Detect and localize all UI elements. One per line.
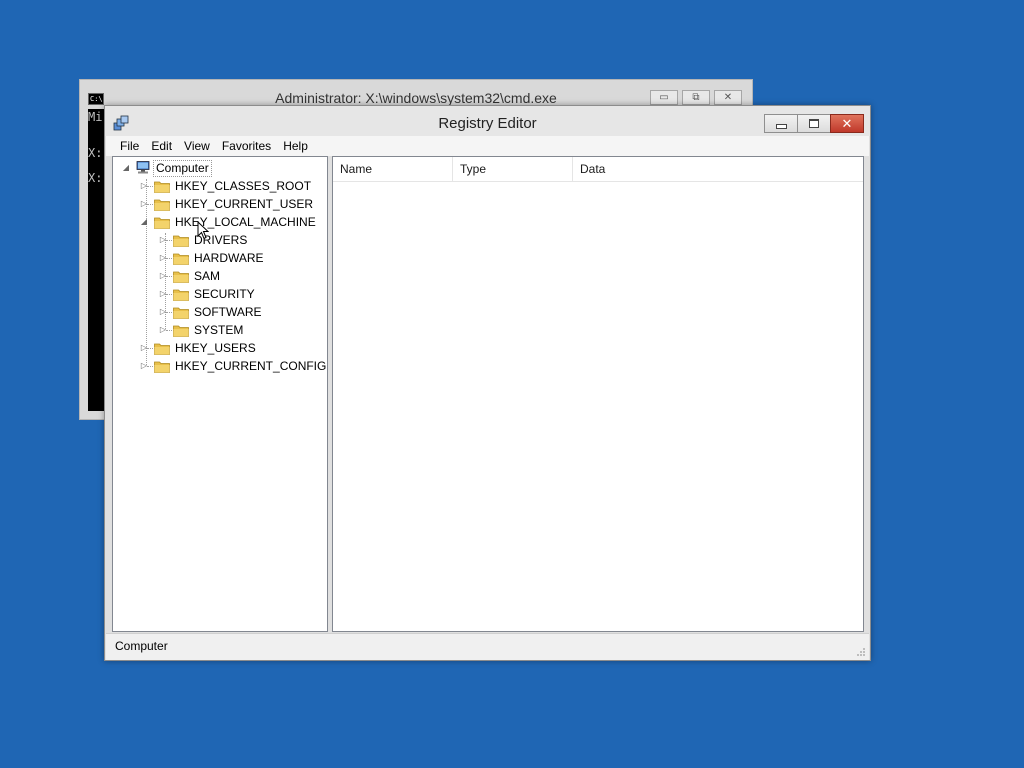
close-button[interactable]: ✕ (830, 114, 864, 133)
column-header-type[interactable]: Type (453, 157, 573, 181)
computer-icon (136, 161, 150, 174)
minimize-button[interactable] (764, 114, 798, 133)
expand-arrow-icon[interactable]: ▷ (158, 321, 168, 339)
folder-icon (173, 289, 189, 301)
console-line: X: (88, 146, 103, 160)
column-header-name[interactable]: Name (333, 157, 453, 181)
cmd-close-button[interactable]: ✕ (714, 90, 742, 105)
column-header-data[interactable]: Data (573, 157, 863, 181)
folder-icon (154, 199, 170, 211)
tree-node-key[interactable]: ▷ SAM (113, 267, 323, 285)
folder-icon (173, 307, 189, 319)
regedit-window-title: Registry Editor (438, 115, 537, 132)
folder-icon (173, 235, 189, 247)
menu-edit[interactable]: Edit (145, 136, 178, 156)
folder-icon (173, 253, 189, 265)
folder-icon (154, 361, 170, 373)
tree-node-key[interactable]: ▷ SYSTEM (113, 321, 323, 339)
minimize-icon: ▭ (659, 92, 669, 103)
console-line: X: (88, 171, 103, 185)
cmd-maximize-button[interactable]: ⧉ (682, 90, 710, 105)
folder-icon (173, 325, 189, 337)
expand-arrow-icon[interactable]: ▷ (139, 195, 149, 213)
menu-bar: File Edit View Favorites Help (106, 136, 869, 156)
status-bar: Computer (106, 633, 869, 660)
tree-node-label: HARDWARE (194, 251, 264, 265)
registry-tree[interactable]: ◢ Computer ▷ HKEY_CLASSES_ROOT ▷ HKEY_CU… (112, 156, 328, 632)
tree-node-label: SYSTEM (194, 323, 244, 337)
values-list[interactable]: Name Type Data (332, 156, 864, 632)
folder-icon (154, 181, 170, 193)
tree-node-hive[interactable]: ▷ HKEY_USERS (113, 339, 323, 357)
tree-node-label: HKEY_CURRENT_CONFIG (175, 359, 327, 373)
maximize-icon (809, 119, 819, 128)
expand-arrow-icon[interactable]: ▷ (139, 177, 149, 195)
minimize-icon (775, 123, 787, 129)
tree-node-label: HKEY_CLASSES_ROOT (175, 179, 312, 193)
regedit-window[interactable]: Registry Editor ✕ File Edit View Favorit… (104, 105, 871, 661)
expand-arrow-icon[interactable]: ▷ (139, 357, 149, 375)
tree-node-label: SOFTWARE (194, 305, 262, 319)
tree-node-hive[interactable]: ◢ HKEY_LOCAL_MACHINE (113, 213, 323, 231)
cmd-minimize-button[interactable]: ▭ (650, 90, 678, 105)
maximize-icon: ⧉ (692, 92, 700, 103)
tree-node-hive[interactable]: ▷ HKEY_CURRENT_CONFIG (113, 357, 327, 375)
folder-icon (154, 343, 170, 355)
collapse-arrow-icon[interactable]: ◢ (121, 159, 131, 177)
tree-node-key[interactable]: ▷ HARDWARE (113, 249, 323, 267)
tree-node-key[interactable]: ▷ SOFTWARE (113, 303, 323, 321)
folder-icon (154, 217, 170, 229)
collapse-arrow-icon[interactable]: ◢ (139, 213, 149, 231)
menu-help[interactable]: Help (277, 136, 314, 156)
menu-file[interactable]: File (106, 136, 145, 156)
tree-node-label: SECURITY (194, 287, 255, 301)
folder-icon (173, 271, 189, 283)
expand-arrow-icon[interactable]: ▷ (158, 249, 168, 267)
cmd-console[interactable]: Mi X: X: (88, 109, 105, 411)
menu-view[interactable]: View (178, 136, 216, 156)
tree-node-computer[interactable]: ◢ Computer (113, 159, 323, 177)
close-icon: ✕ (723, 92, 733, 103)
tree-node-label: SAM (194, 269, 221, 283)
cmd-titlebar[interactable]: C:\ Administrator: X:\windows\system32\c… (80, 80, 752, 108)
tree-node-hive[interactable]: ▷ HKEY_CURRENT_USER (113, 195, 323, 213)
list-header: Name Type Data (333, 157, 863, 182)
tree-node-label: HKEY_USERS (175, 341, 256, 355)
tree-node-hive[interactable]: ▷ HKEY_CLASSES_ROOT (113, 177, 323, 195)
resize-grip-icon[interactable] (856, 647, 866, 657)
tree-node-label: HKEY_CURRENT_USER (175, 197, 314, 211)
tree-node-label: Computer (153, 160, 212, 177)
close-icon: ✕ (841, 115, 853, 131)
maximize-button[interactable] (797, 114, 831, 133)
menu-favorites[interactable]: Favorites (216, 136, 277, 156)
tree-node-key[interactable]: ▷ DRIVERS (113, 231, 323, 249)
expand-arrow-icon[interactable]: ▷ (139, 339, 149, 357)
expand-arrow-icon[interactable]: ▷ (158, 267, 168, 285)
status-path: Computer (115, 639, 168, 653)
mouse-cursor-icon (197, 221, 209, 240)
console-line: Mi (88, 110, 103, 124)
expand-arrow-icon[interactable]: ▷ (158, 303, 168, 321)
expand-arrow-icon[interactable]: ▷ (158, 285, 168, 303)
expand-arrow-icon[interactable]: ▷ (158, 231, 168, 249)
tree-node-key[interactable]: ▷ SECURITY (113, 285, 323, 303)
regedit-titlebar[interactable]: Registry Editor ✕ (105, 106, 870, 136)
